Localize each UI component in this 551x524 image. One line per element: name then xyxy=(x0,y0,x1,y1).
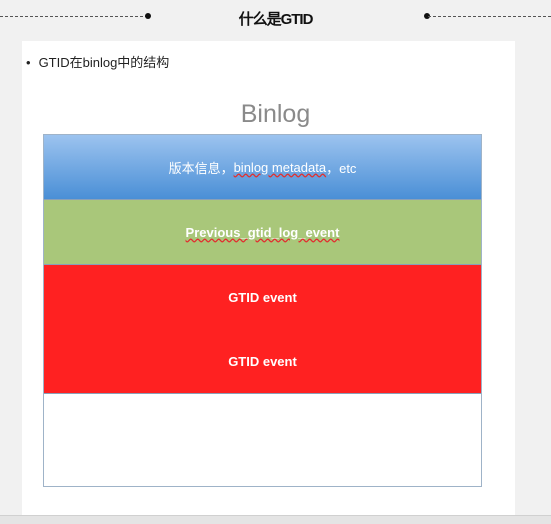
gtid-event-label: GTID event xyxy=(228,353,297,369)
previous-gtid-row: Previous_gtid_log_event xyxy=(44,200,481,265)
metadata-suffix: ，etc xyxy=(326,160,357,176)
metadata-main: binlog metadata xyxy=(233,159,327,175)
page-title: 什么是GTID xyxy=(238,11,314,28)
gtid-event-label: GTID event xyxy=(228,289,297,305)
metadata-prefix: 版本信息， xyxy=(168,160,234,176)
gtid-event-row: GTID event xyxy=(44,329,481,394)
metadata-row: 版本信息， binlog metadata ，etc xyxy=(44,135,481,200)
binlog-diagram: 版本信息， binlog metadata ，etc Previous_gtid_l… xyxy=(43,134,482,487)
diagram-title: Binlog xyxy=(240,100,311,128)
previous-gtid-label: Previous_gtid_log_event xyxy=(185,224,340,240)
bullet-text: GTID在binlog中的结构 xyxy=(26,52,170,71)
gtid-event-row: GTID event xyxy=(44,265,481,330)
